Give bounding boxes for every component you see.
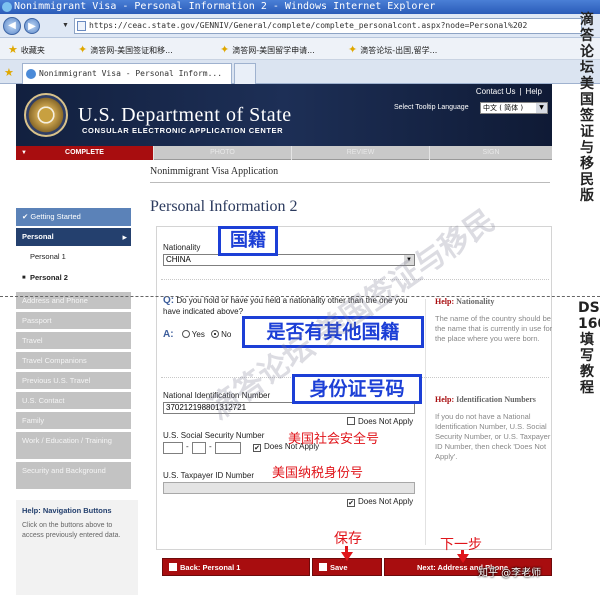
nationality-label: Nationality [163,243,201,252]
favorite-icon: ✦ [348,43,358,56]
sidebar-item-personal-2[interactable]: ■ Personal 2 [16,269,131,287]
back-arrow-icon [169,563,177,571]
page-icon [77,21,86,31]
sidebar-item-security: Security and Background [16,462,131,490]
sidebar-item-getting-started[interactable]: ✔ Getting Started [16,208,131,226]
help-nid-text: If you do not have a National Identifica… [435,412,551,461]
help-column-divider [425,299,426,545]
taxpayer-id-input[interactable] [163,482,415,494]
tooltip-language-label: Select Tooltip Language [394,104,469,111]
annotation-taxpayer: 美国纳税身份号 [272,466,364,481]
new-tab-button[interactable] [234,63,256,84]
favorite-icon: ✦ [220,43,230,56]
ssn-part-2-input[interactable] [192,442,206,454]
taxpayer-id-label: U.S. Taxpayer ID Number [163,471,254,480]
annotation-nationality: 国籍 [218,226,278,256]
header-links: Contact Us | Help [472,87,546,96]
progress-step-photo: PHOTO [154,146,292,160]
sidebar-nav: ✔ Getting Started Personal Personal 1 ■P… [16,160,138,595]
breadcrumb-divider [150,182,550,183]
sidebar-item-passport: Passport [16,312,131,330]
favorite-link-2[interactable]: ✦ 滴答网-美国留学申请... [220,43,315,56]
section-divider [161,279,549,280]
url-text: https://ceac.state.gov/GENNIV/General/co… [89,21,528,30]
navigation-help-text: Click on the buttons above to access pre… [22,522,121,539]
nationality-select[interactable]: CHINA ▼ [163,254,415,266]
save-arrow-icon [341,552,353,561]
yes-radio[interactable]: Yes [181,330,205,339]
browser-tab-active[interactable]: Nonimmigrant Visa - Personal Inform... [22,63,232,84]
history-dropdown-icon[interactable]: ▼ [62,22,69,29]
no-radio[interactable]: No [211,330,231,339]
national-id-does-not-apply[interactable]: Does Not Apply [347,417,413,426]
favorites-star-icon: ★ [8,43,18,56]
tab-page-icon [26,69,36,79]
progress-step-sign: SIGN [482,149,500,156]
chevron-down-icon: ▼ [536,103,547,113]
navigation-help-title: Help: Navigation Buttons [22,506,112,515]
page-title: Personal Information 2 [150,198,298,215]
zhihu-credit: 知乎 @李老师 [478,568,542,579]
sidebar-item-personal[interactable]: Personal [16,228,131,246]
annotation-ssn: 美国社会安全号 [288,432,380,447]
favorites-button[interactable]: ★ 收藏夹 [8,43,45,56]
ssn-part-1-input[interactable] [163,442,183,454]
ceac-subtitle: CONSULAR ELECTRONIC APPLICATION CENTER [82,126,284,135]
favorites-bar: ★ 收藏夹 ✦ 滴答网-美国签证和移... ✦ 滴答网-美国留学申请... ✦ 滴答论坛… [0,38,600,60]
window-title-bar: Nonimmigrant Visa - Personal Information… [0,0,600,14]
forward-nav-button[interactable]: ▶ [24,18,40,34]
navigation-help-panel: Help: Navigation Buttons Click on the bu… [16,500,138,595]
sidebar-item-family: Family [16,412,131,430]
site-header: U.S. Department of State CONSULAR ELECTR… [16,84,552,146]
help-identification-numbers: Help: Identification Numbers If you do n… [435,395,555,462]
ssn-part-3-input[interactable] [215,442,241,454]
dashed-guide-line [0,296,600,297]
window-title: Nonimmigrant Visa - Personal Information… [14,1,436,12]
help-nationality: Help: Nationality The name of the countr… [435,297,555,344]
back-button[interactable]: Back: Personal 1 [162,558,310,576]
breadcrumb: Nonimmigrant Visa Application [150,166,279,177]
tooltip-language-select[interactable]: 中文 ( 简体 ) ▼ [480,102,548,114]
side-caption-bottom: DS-160填写教程 [578,300,600,396]
sidebar-item-previous-travel: Previous U.S. Travel [16,372,131,390]
favorite-link-1[interactable]: ✦ 滴答网-美国签证和移... [78,43,173,56]
favorites-center-icon[interactable]: ★ [4,66,14,79]
sidebar-item-us-contact: U.S. Contact [16,392,131,410]
sidebar-item-work-education: Work / Education / Training [16,432,131,460]
sidebar-item-travel-companions: Travel Companions [16,352,131,370]
taxpayer-does-not-apply[interactable]: ✔ Does Not Apply [347,497,413,507]
help-nationality-text: The name of the country should be the na… [435,314,553,343]
progress-step-complete: COMPLETE [16,146,154,160]
tab-bar: ★ Nonimmigrant Visa - Personal Inform... [0,60,600,84]
sidebar-item-travel: Travel [16,332,131,350]
save-icon [319,563,327,571]
side-caption-top: 滴答论坛 美国签证与移民版 [580,12,594,204]
favorite-link-3[interactable]: ✦ 滴答论坛-出国,留学... [348,43,437,56]
back-nav-button[interactable]: ◀ [3,17,21,35]
help-link[interactable]: Help [522,87,546,96]
other-nationality-answer: A: Yes No [163,329,232,340]
progress-step-review: REVIEW [292,146,430,160]
address-bar: ◀ ▶ ▼ https://ceac.state.gov/GENNIV/Gene… [0,14,600,38]
annotation-national-id: 身份证号码 [292,374,422,404]
ssn-label: U.S. Social Security Number [163,431,265,440]
sidebar-item-personal-1[interactable]: Personal 1 [16,248,131,266]
application-progress-bar: COMPLETE PHOTO REVIEW SIGN [16,146,552,160]
department-title: U.S. Department of State [78,104,292,126]
url-input[interactable]: https://ceac.state.gov/GENNIV/General/co… [74,18,582,34]
favorite-icon: ✦ [78,43,88,56]
sidebar-item-address-phone: Address and Phone [16,292,131,310]
contact-us-link[interactable]: Contact Us [472,87,520,96]
annotation-save: 保存 [334,531,362,547]
state-department-seal [24,93,68,137]
ie-logo-icon [2,2,12,12]
next-arrow-icon [457,554,469,563]
